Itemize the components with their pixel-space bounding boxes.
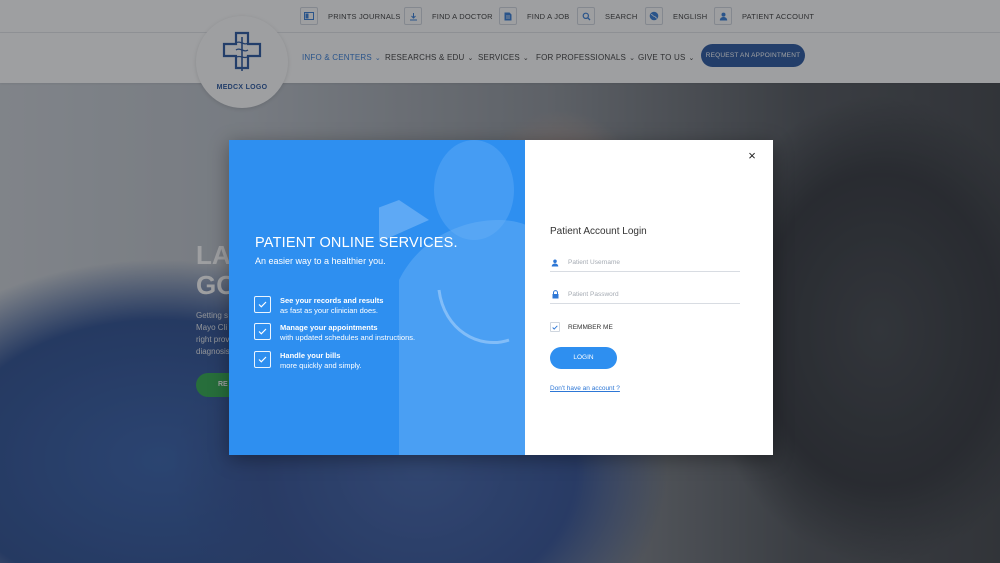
username-input[interactable] [568,259,738,266]
password-input[interactable] [568,291,738,298]
login-title: Patient Account Login [550,226,647,237]
promo-panel: PATIENT ONLINE SERVICES. An easier way t… [229,140,525,455]
feature-desc: more quickly and simply. [280,361,362,370]
checkbox-check-icon [254,323,271,340]
signup-link[interactable]: Don't have an account ? [550,385,620,392]
feature-desc: as fast as your clinician does. [280,306,378,315]
checkbox-check-icon [254,296,271,313]
feature-title: Handle your bills [280,351,341,360]
username-field [550,254,740,272]
login-modal: PATIENT ONLINE SERVICES. An easier way t… [229,140,773,455]
feature-title: See your records and results [280,296,384,305]
lock-icon [550,290,560,300]
remember-checkbox[interactable] [550,322,560,332]
login-button[interactable]: LOGIN [550,347,617,369]
feature-item: Handle your bills more quickly and simply… [254,351,362,371]
close-icon[interactable]: × [746,149,758,162]
feature-item: Manage your appointments with updated sch… [254,323,415,343]
checkbox-check-icon [254,351,271,368]
doctor-photo [379,140,525,455]
promo-title: PATIENT ONLINE SERVICES. [255,235,458,251]
feature-title: Manage your appointments [280,323,378,332]
password-field [550,286,740,304]
promo-subtitle: An easier way to a healthier you. [255,256,386,266]
feature-desc: with updated schedules and instructions. [280,333,416,342]
user-icon [550,258,560,268]
remember-me[interactable]: REMMBER ME [550,322,613,332]
remember-label: REMMBER ME [568,323,613,331]
login-panel: × Patient Account Login REMMBER ME LOGIN… [525,140,773,455]
feature-item: See your records and results as fast as y… [254,296,383,316]
